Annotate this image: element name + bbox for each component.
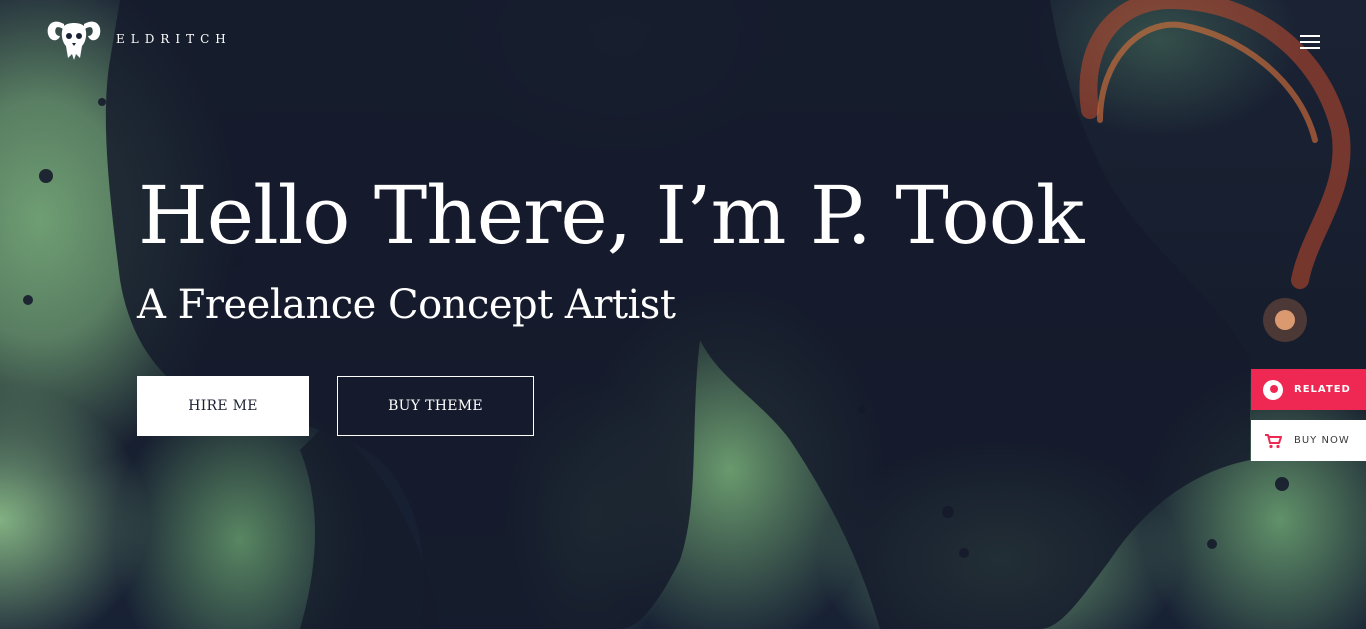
hamburger-menu-icon — [1300, 35, 1320, 37]
hero-subtitle: A Freelance Concept Artist — [137, 282, 676, 328]
related-tab[interactable]: RELATED — [1251, 369, 1366, 410]
hamburger-menu-icon-line — [1300, 47, 1320, 49]
buy-now-tab[interactable]: BUY NOW — [1251, 420, 1366, 461]
hamburger-menu-icon-line — [1300, 41, 1320, 43]
hire-me-button[interactable]: HIRE ME — [137, 376, 309, 436]
ram-skull-logo-icon — [47, 21, 101, 60]
brand[interactable]: ELDRITCH — [46, 14, 232, 64]
buy-theme-button[interactable]: BUY THEME — [337, 376, 534, 436]
brand-name: ELDRITCH — [116, 32, 232, 46]
menu-button[interactable] — [1300, 35, 1322, 51]
related-circle-icon — [1261, 378, 1285, 402]
page: ELDRITCH Hello There, I’m P. Took A Free… — [0, 0, 1366, 629]
related-label: RELATED — [1294, 384, 1351, 395]
buy-now-label: BUY NOW — [1294, 435, 1350, 446]
shopping-cart-icon — [1261, 429, 1285, 453]
hero-title: Hello There, I’m P. Took — [138, 169, 1084, 262]
